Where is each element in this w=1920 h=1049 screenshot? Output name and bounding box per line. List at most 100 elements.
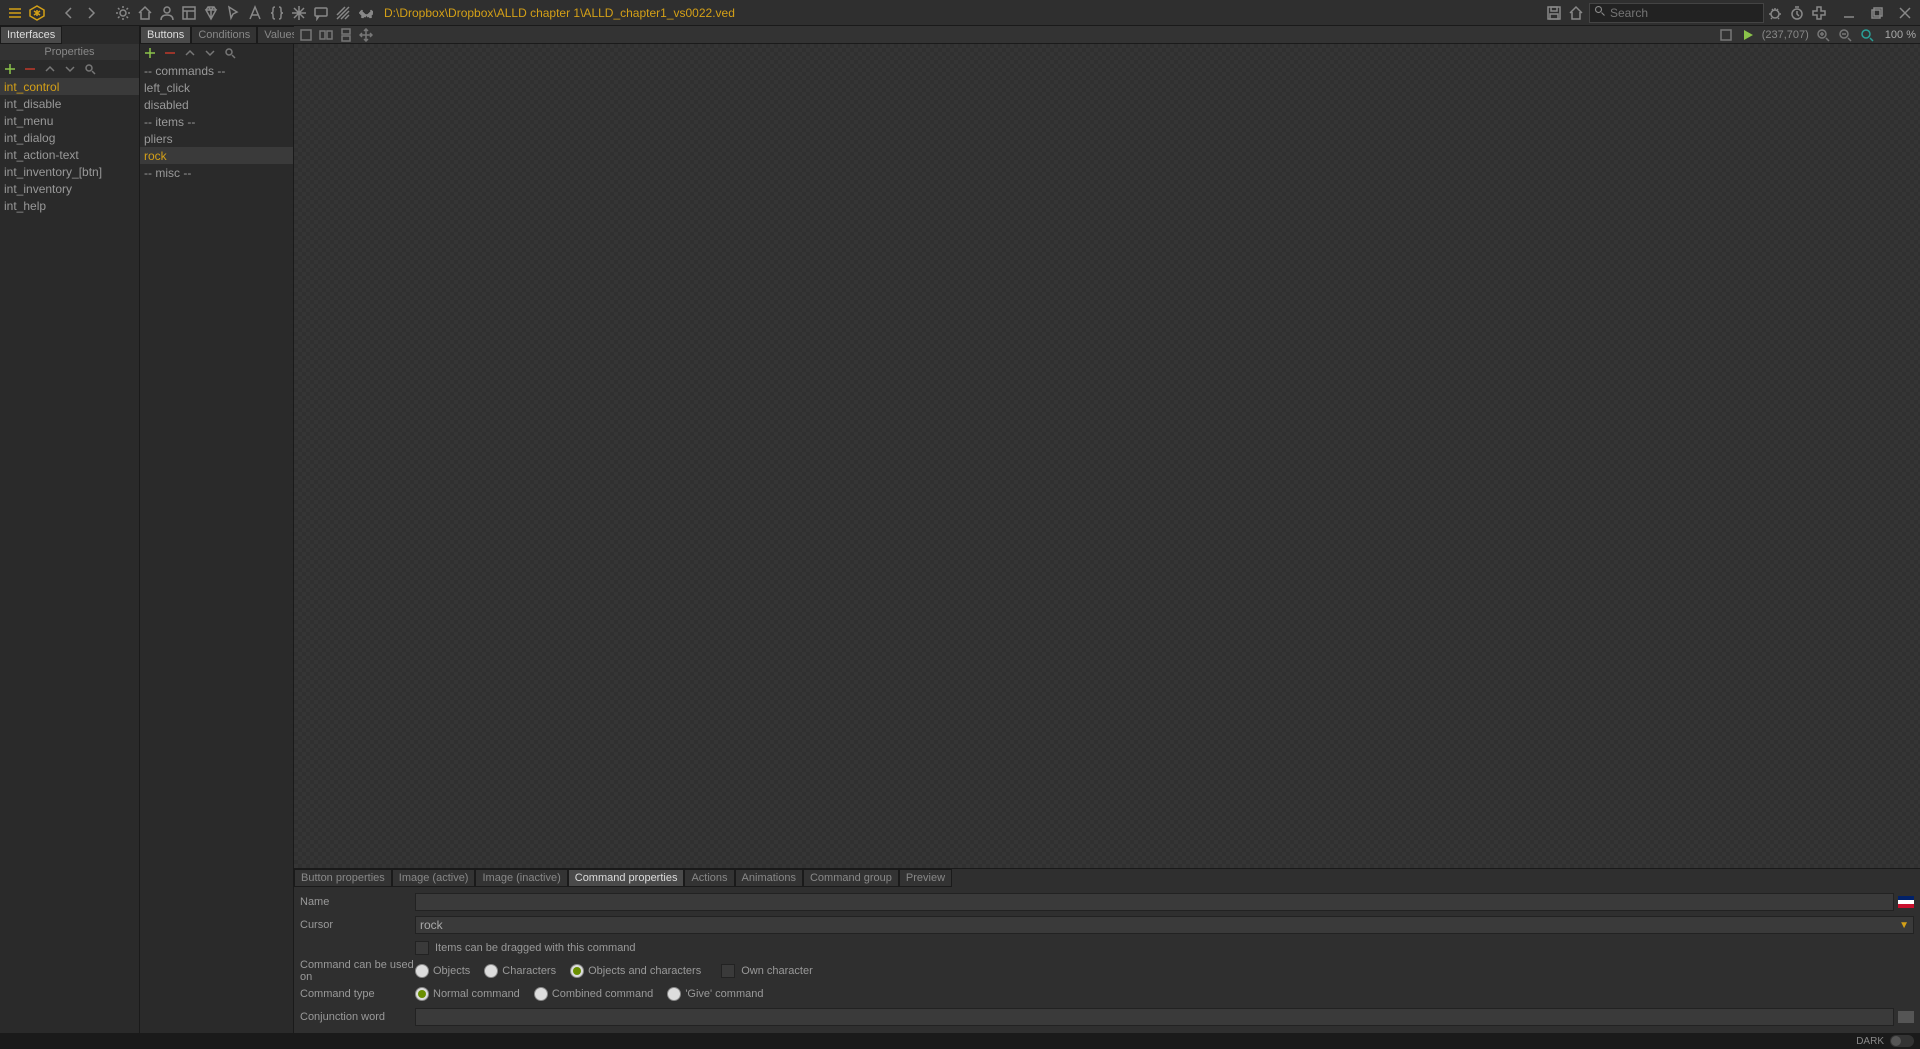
radio[interactable] <box>415 964 429 978</box>
main-row: Interfaces Properties int_controlint_dis… <box>0 26 1920 1033</box>
zoom-level: 100 % <box>1885 29 1916 41</box>
crop2-icon[interactable] <box>1718 27 1734 43</box>
minimize-icon[interactable] <box>1838 2 1860 24</box>
list-item[interactable]: int_dialog <box>0 129 139 146</box>
bottom-tab[interactable]: Button properties <box>294 869 392 887</box>
plugin-icon[interactable] <box>1808 2 1830 24</box>
save-icon[interactable] <box>1543 2 1565 24</box>
bottom-tab[interactable]: Image (inactive) <box>475 869 567 887</box>
home2-icon[interactable] <box>1565 2 1587 24</box>
up-icon[interactable] <box>42 61 58 77</box>
radio[interactable] <box>570 964 584 978</box>
align2-icon[interactable] <box>338 27 354 43</box>
canvas[interactable] <box>294 44 1920 868</box>
radio[interactable] <box>534 987 548 1001</box>
font-icon[interactable] <box>244 2 266 24</box>
conjunction-input[interactable] <box>415 1008 1894 1026</box>
bottom-tab[interactable]: Actions <box>684 869 734 887</box>
play-icon[interactable] <box>1740 27 1756 43</box>
remove2-icon[interactable] <box>162 45 178 61</box>
list-item[interactable]: pliers <box>140 130 293 147</box>
home-icon[interactable] <box>134 2 156 24</box>
canvas-toolbar: (237,707) 100 % <box>294 26 1920 44</box>
move-icon[interactable] <box>358 27 374 43</box>
list-item[interactable]: int_help <box>0 197 139 214</box>
list-item[interactable]: -- misc -- <box>140 164 293 181</box>
zoom-out-icon[interactable] <box>1837 27 1853 43</box>
bottom-tab[interactable]: Image (active) <box>392 869 476 887</box>
zoom-in-icon[interactable] <box>1815 27 1831 43</box>
bottom-tab[interactable]: Preview <box>899 869 952 887</box>
snowflake-icon[interactable] <box>288 2 310 24</box>
list-item[interactable]: int_menu <box>0 112 139 129</box>
search2-icon[interactable] <box>82 61 98 77</box>
zoom-fit-icon[interactable] <box>1859 27 1875 43</box>
radio-label: Combined command <box>552 988 654 1000</box>
crop-icon[interactable] <box>298 27 314 43</box>
radio[interactable] <box>667 987 681 1001</box>
file-path: D:\Dropbox\Dropbox\ALLD chapter 1\ALLD_c… <box>384 6 735 20</box>
cursor-dropdown[interactable]: rock ▼ <box>415 916 1914 934</box>
hatch-icon[interactable] <box>332 2 354 24</box>
tab-interfaces[interactable]: Interfaces <box>0 26 62 44</box>
search-input[interactable] <box>1610 6 1759 20</box>
remove-icon[interactable] <box>22 61 38 77</box>
list-item[interactable]: int_action-text <box>0 146 139 163</box>
up2-icon[interactable] <box>182 45 198 61</box>
braces-icon[interactable] <box>266 2 288 24</box>
radio[interactable] <box>415 987 429 1001</box>
cursor-value: rock <box>420 918 443 932</box>
bottom-tab[interactable]: Animations <box>735 869 803 887</box>
list-item[interactable]: int_disable <box>0 95 139 112</box>
buttons-list: -- commands --left_clickdisabled-- items… <box>140 62 293 1033</box>
audio-icon[interactable] <box>354 2 376 24</box>
middle-tab[interactable]: Conditions <box>191 26 257 44</box>
flag2-icon[interactable] <box>1898 1011 1914 1023</box>
theme-label: DARK <box>1856 1036 1884 1047</box>
maximize-icon[interactable] <box>1866 2 1888 24</box>
back-icon[interactable] <box>58 2 80 24</box>
down-icon[interactable] <box>62 61 78 77</box>
list-item[interactable]: int_inventory_[btn] <box>0 163 139 180</box>
close-icon[interactable] <box>1894 2 1916 24</box>
list-item[interactable]: -- items -- <box>140 113 293 130</box>
bottom-panel: Button propertiesImage (active)Image (in… <box>294 868 1920 1033</box>
drag-checkbox[interactable] <box>415 941 429 955</box>
bottom-tab[interactable]: Command properties <box>568 869 685 887</box>
list-item[interactable]: int_inventory <box>0 180 139 197</box>
radio[interactable] <box>484 964 498 978</box>
middle-tabs: ButtonsConditionsValues <box>140 26 293 44</box>
search-box[interactable] <box>1589 3 1764 23</box>
cursor-icon[interactable] <box>222 2 244 24</box>
down2-icon[interactable] <box>202 45 218 61</box>
list-item[interactable]: rock <box>140 147 293 164</box>
gear-icon[interactable] <box>112 2 134 24</box>
type-label: Command type <box>300 988 415 1000</box>
bug-icon[interactable] <box>1764 2 1786 24</box>
bottom-tab[interactable]: Command group <box>803 869 899 887</box>
list-item[interactable]: -- commands -- <box>140 62 293 79</box>
timer-icon[interactable] <box>1786 2 1808 24</box>
layout-icon[interactable] <box>178 2 200 24</box>
name-input[interactable] <box>415 893 1894 911</box>
logo-icon[interactable] <box>26 2 48 24</box>
forward-icon[interactable] <box>80 2 102 24</box>
align1-icon[interactable] <box>318 27 334 43</box>
add2-icon[interactable] <box>142 45 158 61</box>
chat-icon[interactable] <box>310 2 332 24</box>
list-item[interactable]: disabled <box>140 96 293 113</box>
diamond-icon[interactable] <box>200 2 222 24</box>
user-icon[interactable] <box>156 2 178 24</box>
flag-icon[interactable] <box>1898 896 1914 908</box>
add-icon[interactable] <box>2 61 18 77</box>
own-char-checkbox[interactable] <box>721 964 735 978</box>
list-item[interactable]: int_control <box>0 78 139 95</box>
menu-icon[interactable] <box>4 2 26 24</box>
middle-mini-toolbar <box>140 44 293 62</box>
top-toolbar: D:\Dropbox\Dropbox\ALLD chapter 1\ALLD_c… <box>0 0 1920 26</box>
status-bar: DARK <box>0 1033 1920 1049</box>
search3-icon[interactable] <box>222 45 238 61</box>
theme-toggle[interactable] <box>1890 1035 1914 1047</box>
middle-tab[interactable]: Buttons <box>140 26 191 44</box>
list-item[interactable]: left_click <box>140 79 293 96</box>
